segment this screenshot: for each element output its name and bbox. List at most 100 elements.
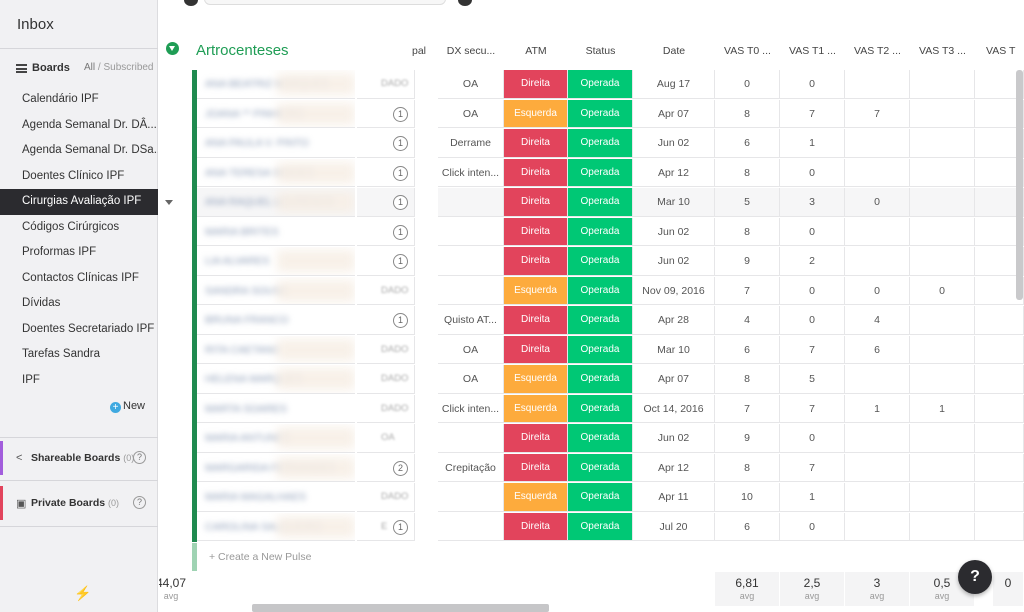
column-header-vas-t3[interactable]: VAS T3 ... xyxy=(910,45,975,57)
status-cell[interactable]: Operada xyxy=(568,483,633,512)
date-cell[interactable]: Apr 12 xyxy=(633,158,715,187)
vas-t0-cell[interactable]: 6 xyxy=(715,335,780,364)
vas-t0-cell[interactable]: 8 xyxy=(715,158,780,187)
help-icon[interactable]: ? xyxy=(133,496,146,509)
vas-t0-cell[interactable]: 4 xyxy=(715,306,780,335)
vas-t0-cell[interactable]: 6 xyxy=(715,129,780,158)
atm-cell[interactable]: Direita xyxy=(504,306,568,335)
dx-cell[interactable] xyxy=(438,512,504,541)
dx-cell[interactable]: Quisto AT... xyxy=(438,306,504,335)
dx-cell[interactable]: OA xyxy=(438,365,504,394)
table-row[interactable]: ANA TERESA SIMOES 1 Click inten... Direita O… xyxy=(159,158,1024,188)
dx-cell[interactable] xyxy=(438,247,504,276)
atm-cell[interactable]: Direita xyxy=(504,129,568,158)
vas-t2-cell[interactable] xyxy=(845,70,910,99)
table-row[interactable]: ANA BEATRIZ MARQUES DADO OA Direita Operada A… xyxy=(159,70,1024,100)
sidebar-board-item[interactable]: Proformas IPF xyxy=(0,240,158,266)
date-cell[interactable]: Jun 02 xyxy=(633,247,715,276)
vas-t4-cell[interactable] xyxy=(975,424,1024,453)
vas-t2-cell[interactable] xyxy=(845,453,910,482)
pulse-name[interactable]: HELENA MARQUES xyxy=(197,365,355,394)
atm-cell[interactable]: Direita xyxy=(504,217,568,246)
updates-count-icon[interactable]: 1 xyxy=(393,136,408,151)
column-header[interactable]: pal xyxy=(409,45,429,57)
table-row[interactable]: MARTA SOARES DADO Click inten... Esquerda Op… xyxy=(159,394,1024,424)
sidebar-board-item[interactable]: Tarefas Sandra xyxy=(0,342,158,368)
vas-t1-cell[interactable]: 7 xyxy=(780,99,845,128)
atm-cell[interactable]: Direita xyxy=(504,512,568,541)
date-cell[interactable]: Apr 07 xyxy=(633,365,715,394)
inbox-link[interactable]: Inbox xyxy=(17,16,54,33)
vas-t1-cell[interactable]: 0 xyxy=(780,424,845,453)
vas-t3-cell[interactable] xyxy=(910,188,975,217)
vas-t2-cell[interactable] xyxy=(845,512,910,541)
top-control-icon[interactable] xyxy=(458,0,472,6)
pulse-name[interactable]: MARIA BRITES xyxy=(197,218,355,246)
vas-t2-cell[interactable] xyxy=(845,217,910,246)
sidebar-board-item[interactable]: IPF xyxy=(0,368,158,394)
column-header-atm[interactable]: ATM xyxy=(504,45,568,57)
atm-cell[interactable]: Esquerda xyxy=(504,365,568,394)
pulse-name[interactable]: MARGARIDA FERNANDES xyxy=(197,454,355,482)
pulse-name[interactable]: ANA BEATRIZ MARQUES xyxy=(197,70,355,99)
dx-cell[interactable] xyxy=(438,276,504,305)
date-cell[interactable]: Mar 10 xyxy=(633,188,715,217)
updates-count-icon[interactable]: 1 xyxy=(393,519,408,535)
status-cell[interactable]: Operada xyxy=(568,276,633,305)
bolt-icon[interactable]: ⚡ xyxy=(74,585,91,602)
date-cell[interactable]: Jun 02 xyxy=(633,424,715,453)
vas-t1-cell[interactable]: 7 xyxy=(780,335,845,364)
date-cell[interactable]: Apr 07 xyxy=(633,99,715,128)
pulse-name[interactable]: ANA TERESA SIMOES xyxy=(197,159,355,187)
vas-t0-cell[interactable]: 5 xyxy=(715,188,780,217)
pulse-name[interactable]: SANDRA SOUSA xyxy=(197,277,355,305)
table-row[interactable]: CAROLINA SALGUEIRO E 1 Direita Operada Jul 20… xyxy=(159,512,1024,542)
group-title[interactable]: Artrocenteses xyxy=(196,42,289,59)
vas-t0-cell[interactable]: 8 xyxy=(715,217,780,246)
vas-t0-cell[interactable]: 10 xyxy=(715,483,780,512)
vas-t0-cell[interactable]: 8 xyxy=(715,453,780,482)
sidebar-board-item[interactable]: Doentes Clínico IPF xyxy=(0,164,158,190)
table-row[interactable]: MARIA ANTUNES OA Direita Operada Jun 02 9 0 xyxy=(159,424,1024,454)
table-row[interactable]: SANDRA SOUSA DADO Esquerda Operada Nov 09, 2… xyxy=(159,276,1024,306)
date-cell[interactable]: Apr 12 xyxy=(633,453,715,482)
vas-t1-cell[interactable]: 7 xyxy=(780,453,845,482)
vas-t1-cell[interactable]: 0 xyxy=(780,70,845,99)
vertical-scrollbar[interactable] xyxy=(1016,70,1023,300)
table-row[interactable]: MARGARIDA FERNANDES 2 Crepitação Direita Ope… xyxy=(159,453,1024,483)
table-row[interactable]: MARIA BRITES 1 Direita Operada Jun 02 8 0 xyxy=(159,217,1024,247)
status-cell[interactable]: Operada xyxy=(568,335,633,364)
atm-cell[interactable]: Direita xyxy=(504,453,568,482)
atm-cell[interactable]: Direita xyxy=(504,335,568,364)
vas-t4-cell[interactable] xyxy=(975,453,1024,482)
table-row[interactable]: ANA PAULA V. PINTO 1 Derrame Direita Operada… xyxy=(159,129,1024,159)
shareable-boards-section[interactable]: < Shareable Boards (0) ? xyxy=(0,441,158,475)
sidebar-board-item[interactable]: Cirurgias Avaliação IPF xyxy=(0,189,158,215)
vas-t0-cell[interactable]: 8 xyxy=(715,365,780,394)
vas-t1-cell[interactable]: 7 xyxy=(780,394,845,423)
updates-count-icon[interactable]: 1 xyxy=(393,165,408,181)
vas-t2-cell[interactable] xyxy=(845,483,910,512)
atm-cell[interactable]: Esquerda xyxy=(504,394,568,423)
column-header-vas-t4[interactable]: VAS T xyxy=(975,45,1024,57)
vas-t3-cell[interactable] xyxy=(910,99,975,128)
sidebar-board-item[interactable]: Calendário IPF xyxy=(0,87,158,113)
updates-count-icon[interactable]: 1 xyxy=(393,254,408,269)
vas-t3-cell[interactable]: 0 xyxy=(910,276,975,305)
vas-t2-cell[interactable]: 0 xyxy=(845,276,910,305)
vas-t1-cell[interactable]: 1 xyxy=(780,483,845,512)
status-cell[interactable]: Operada xyxy=(568,512,633,541)
create-pulse-row[interactable]: + Create a New Pulse xyxy=(192,543,1022,571)
date-cell[interactable]: Mar 10 xyxy=(633,335,715,364)
atm-cell[interactable]: Direita xyxy=(504,247,568,276)
updates-count-icon[interactable]: 1 xyxy=(393,224,408,240)
dx-cell[interactable]: Click inten... xyxy=(438,158,504,187)
dx-cell[interactable]: OA xyxy=(438,335,504,364)
sidebar-board-item[interactable]: Doentes Secretariado IPF xyxy=(0,317,158,343)
date-cell[interactable]: Apr 11 xyxy=(633,483,715,512)
pulse-name[interactable]: CAROLINA SALGUEIRO xyxy=(197,513,355,541)
atm-cell[interactable]: Direita xyxy=(504,158,568,187)
dx-cell[interactable] xyxy=(438,424,504,453)
column-header-vas-t2[interactable]: VAS T2 ... xyxy=(845,45,910,57)
sidebar-board-item[interactable]: Agenda Semanal Dr. DÂ... xyxy=(0,113,158,139)
